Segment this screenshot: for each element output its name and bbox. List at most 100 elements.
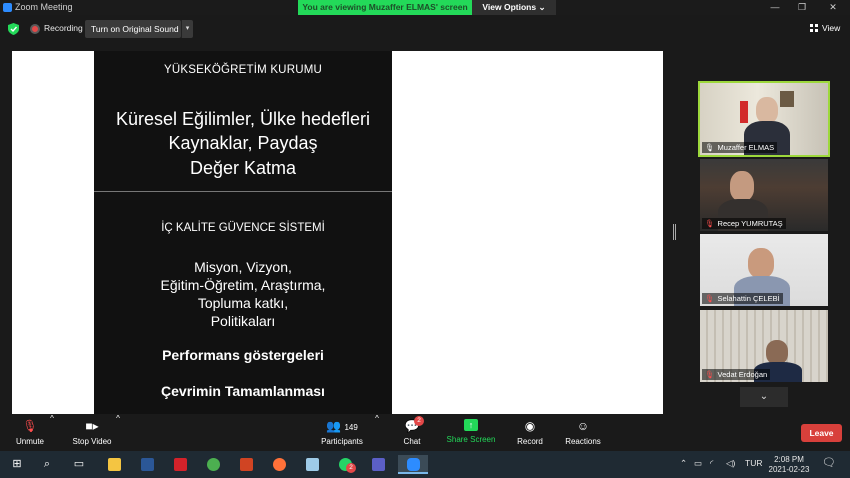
slide-system-title: İÇ KALİTE GÜVENCE SİSTEMİ [161, 222, 325, 234]
shield-icon[interactable] [8, 23, 19, 35]
whatsapp-icon[interactable]: 2 [334, 455, 356, 474]
audio-options-caret-icon[interactable]: ^ [48, 414, 56, 451]
grid-view-icon [810, 24, 819, 32]
slide-headline-line-3: Değer Katma [189, 158, 297, 178]
share-screen-label: Share Screen [446, 435, 496, 444]
slide-divider [94, 191, 392, 192]
scroll-down-button[interactable]: ⌄ [740, 387, 788, 407]
participant-tile[interactable]: 🎙 Muzaffer ELMAS [698, 81, 830, 157]
slide-item: Topluma katkı, [197, 295, 289, 311]
participants-count: 149 [344, 423, 358, 432]
minimize-icon[interactable]: — [765, 1, 785, 14]
task-view-icon[interactable]: ▭ [68, 455, 90, 474]
viewing-screen-banner: You are viewing Muzaffer ELMAS' screen [298, 0, 472, 15]
record-icon: ◉ [524, 419, 536, 433]
view-options-button[interactable]: View Options ⌄ [472, 0, 556, 15]
view-options-label: View Options [482, 2, 537, 12]
slide-performance: Performans göstergeleri [162, 347, 324, 363]
chat-badge: 2 [414, 416, 424, 426]
microphone-muted-icon: 🎙 [705, 219, 715, 228]
share-screen-button[interactable]: ↑ Share Screen [444, 414, 498, 451]
clock-date: 2021-02-23 [768, 465, 810, 474]
microphone-muted-icon: 🎙 [705, 294, 715, 303]
notepad-icon[interactable] [301, 455, 323, 474]
close-icon[interactable]: ✕ [823, 1, 843, 14]
windows-start-icon[interactable]: ⊞ [6, 455, 28, 474]
slide-institution: YÜKSEKÖĞRETİM KURUMU [164, 64, 322, 76]
reactions-label: Reactions [565, 437, 601, 446]
record-button[interactable]: ◉ Record [512, 414, 548, 451]
participants-button[interactable]: 👥 149 Participants [316, 414, 368, 451]
slide-item: Politikaları [210, 313, 276, 329]
zoom-meeting-window: Zoom Meeting You are viewing Muzaffer EL… [0, 0, 850, 478]
notifications-icon[interactable]: 🗨 [822, 456, 836, 469]
original-sound-button[interactable]: Turn on Original Sound [85, 20, 181, 38]
chat-button[interactable]: 💬 Chat 2 [396, 414, 428, 451]
word-icon[interactable] [136, 455, 158, 474]
search-icon[interactable]: ⌕ [36, 455, 58, 474]
panel-resize-handle[interactable] [673, 224, 676, 240]
title-bar: Zoom Meeting You are viewing Muzaffer EL… [0, 0, 850, 15]
slide-headline-line-2: Kaynaklar, Paydaş [168, 133, 318, 153]
participant-tile[interactable]: 🎙 Recep YUMRUTAŞ [700, 159, 828, 231]
participant-name: 🎙 Muzaffer ELMAS [702, 142, 778, 153]
leave-button[interactable]: Leave [801, 424, 842, 442]
person-head [756, 97, 778, 123]
view-label: View [822, 23, 841, 33]
meeting-top-bar: Recording Turn on Original Sound ▾ View [0, 15, 850, 42]
firefox-icon[interactable] [268, 455, 290, 474]
shared-slide: YÜKSEKÖĞRETİM KURUMU Küresel Eğilimler, … [94, 51, 392, 414]
file-explorer-icon[interactable] [103, 455, 125, 474]
teams-icon[interactable] [367, 455, 389, 474]
slide-headline-line-1: Küresel Eğilimler, Ülke hedefleri [115, 109, 371, 129]
recording-label: Recording [44, 23, 83, 33]
share-screen-icon: ↑ [464, 419, 478, 431]
microphone-icon: 🎙 [705, 143, 715, 152]
reactions-icon: ☺ [576, 419, 590, 433]
powerpoint-icon[interactable] [235, 455, 257, 474]
participants-caret-icon[interactable]: ^ [373, 414, 381, 451]
chevron-down-icon: ⌄ [538, 2, 546, 12]
microphone-muted-icon: 🎙 [22, 419, 38, 433]
reactions-button[interactable]: ☺ Reactions [562, 414, 604, 451]
window-title: Zoom Meeting [15, 2, 73, 12]
video-camera-icon: ■▸ [85, 419, 99, 433]
slide-cycle: Çevrimin Tamamlanması [161, 383, 325, 399]
participants-icon: 👥 149 [326, 419, 358, 433]
participant-tile[interactable]: 🎙 Vedat Erdoğan [700, 310, 828, 382]
portrait-image [780, 91, 794, 107]
participant-name: 🎙 Selahattin ÇELEBİ [702, 293, 783, 304]
view-button[interactable]: View [810, 23, 840, 33]
recording-icon [30, 24, 40, 34]
unmute-button[interactable]: 🎙 Unmute [10, 414, 50, 451]
flag-image [740, 101, 748, 123]
acrobat-icon[interactable] [169, 455, 191, 474]
whatsapp-badge: 2 [346, 463, 356, 473]
video-options-caret-icon[interactable]: ^ [114, 414, 122, 451]
zoom-app-icon [3, 3, 12, 12]
zoom-taskbar-icon[interactable] [398, 455, 428, 474]
microphone-muted-icon: 🎙 [705, 370, 715, 379]
participant-tile[interactable]: 🎙 Selahattin ÇELEBİ [700, 234, 828, 306]
windows-taskbar: ⊞ ⌕ ▭ 2 ⌃ ▭ ◜ ◁) TUR 2:08 PM 2021-02-23 … [0, 451, 850, 478]
chevron-down-icon: ⌄ [759, 391, 769, 402]
volume-icon[interactable]: ◁) [726, 458, 735, 469]
maximize-icon[interactable]: ❐ [792, 1, 812, 14]
stop-video-label: Stop Video [72, 437, 112, 446]
stop-video-button[interactable]: ■▸ Stop Video [68, 414, 116, 451]
clock-time: 2:08 PM [774, 455, 804, 464]
chrome-icon[interactable] [202, 455, 224, 474]
participant-name: 🎙 Recep YUMRUTAŞ [702, 218, 786, 229]
participant-name: 🎙 Vedat Erdoğan [702, 369, 771, 380]
tray-chevron-up-icon[interactable]: ⌃ [680, 458, 687, 469]
original-sound-dropdown-icon[interactable]: ▾ [181, 20, 193, 38]
person-head [730, 171, 754, 201]
wifi-icon[interactable]: ◜ [710, 458, 713, 469]
participants-label: Participants [321, 437, 363, 446]
taskbar-clock[interactable]: 2:08 PM 2021-02-23 [766, 455, 812, 475]
battery-icon[interactable]: ▭ [694, 458, 702, 469]
person-head [748, 248, 774, 278]
input-language[interactable]: TUR [745, 458, 762, 468]
chat-label: Chat [403, 437, 421, 446]
slide-item: Misyon, Vizyon, [194, 259, 292, 275]
